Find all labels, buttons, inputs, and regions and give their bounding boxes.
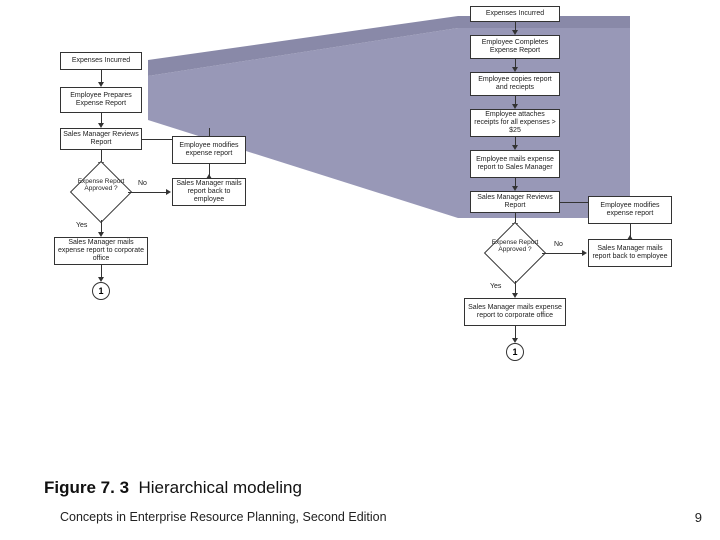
left-mailback-box: Sales Manager mails report back to emplo… <box>172 178 246 206</box>
footer-page: 9 <box>695 510 702 525</box>
right-mailback-label: Sales Manager mails report back to emplo… <box>591 245 669 261</box>
right-decision-label: Expense Report Approved ? <box>487 239 543 253</box>
left-no-label: No <box>138 180 147 187</box>
right-step4-label: Employee mails expense report to Sales M… <box>473 156 557 172</box>
right-step1-label: Employee Completes Expense Report <box>473 39 557 55</box>
right-no-label: No <box>554 241 563 248</box>
right-step5-box: Sales Manager Reviews Report <box>470 191 560 213</box>
right-modify-box: Employee modifies expense report <box>588 196 672 224</box>
right-start-box: Expenses Incurred <box>470 6 560 22</box>
right-step6-box: Sales Manager mails expense report to co… <box>464 298 566 326</box>
right-yes-label: Yes <box>490 283 501 290</box>
right-step5-label: Sales Manager Reviews Report <box>473 194 557 210</box>
left-modify-box: Employee modifies expense report <box>172 136 246 164</box>
left-connector: 1 <box>92 282 110 300</box>
left-step1-label: Employee Prepares Expense Report <box>63 92 139 108</box>
right-step3-box: Employee attaches receipts for all expen… <box>470 109 560 137</box>
left-step2-box: Sales Manager Reviews Report <box>60 128 142 150</box>
figure-title: Hierarchical modeling <box>138 478 301 497</box>
left-mailback-label: Sales Manager mails report back to emplo… <box>175 180 243 204</box>
right-start-label: Expenses Incurred <box>486 10 544 18</box>
left-yes-label: Yes <box>76 222 87 229</box>
figure-caption: Figure 7. 3 Hierarchical modeling <box>44 478 302 498</box>
footer-book: Concepts in Enterprise Resource Planning… <box>60 510 387 524</box>
left-modify-label: Employee modifies expense report <box>175 142 243 158</box>
zoom-wedge-svg <box>0 0 720 540</box>
left-step1-box: Employee Prepares Expense Report <box>60 87 142 113</box>
right-step4-box: Employee mails expense report to Sales M… <box>470 150 560 178</box>
left-step3-label: Sales Manager mails expense report to co… <box>57 239 145 263</box>
left-decision-label: Expense Report Approved ? <box>73 178 129 192</box>
diagram-canvas: Expenses Incurred Employee Prepares Expe… <box>0 0 720 540</box>
right-connector-num: 1 <box>512 347 517 357</box>
right-step2-box: Employee copies report and reciepts <box>470 72 560 96</box>
right-step1-box: Employee Completes Expense Report <box>470 35 560 59</box>
left-start-box: Expenses Incurred <box>60 52 142 70</box>
right-step2-label: Employee copies report and reciepts <box>473 76 557 92</box>
right-step3-label: Employee attaches receipts for all expen… <box>473 111 557 135</box>
right-mailback-box: Sales Manager mails report back to emplo… <box>588 239 672 267</box>
figure-number: Figure 7. 3 <box>44 478 129 497</box>
right-step6-label: Sales Manager mails expense report to co… <box>467 304 563 320</box>
right-connector: 1 <box>506 343 524 361</box>
right-modify-label: Employee modifies expense report <box>591 202 669 218</box>
left-step2-label: Sales Manager Reviews Report <box>63 131 139 147</box>
left-step3-box: Sales Manager mails expense report to co… <box>54 237 148 265</box>
left-start-label: Expenses Incurred <box>72 57 130 65</box>
left-connector-num: 1 <box>98 286 103 296</box>
